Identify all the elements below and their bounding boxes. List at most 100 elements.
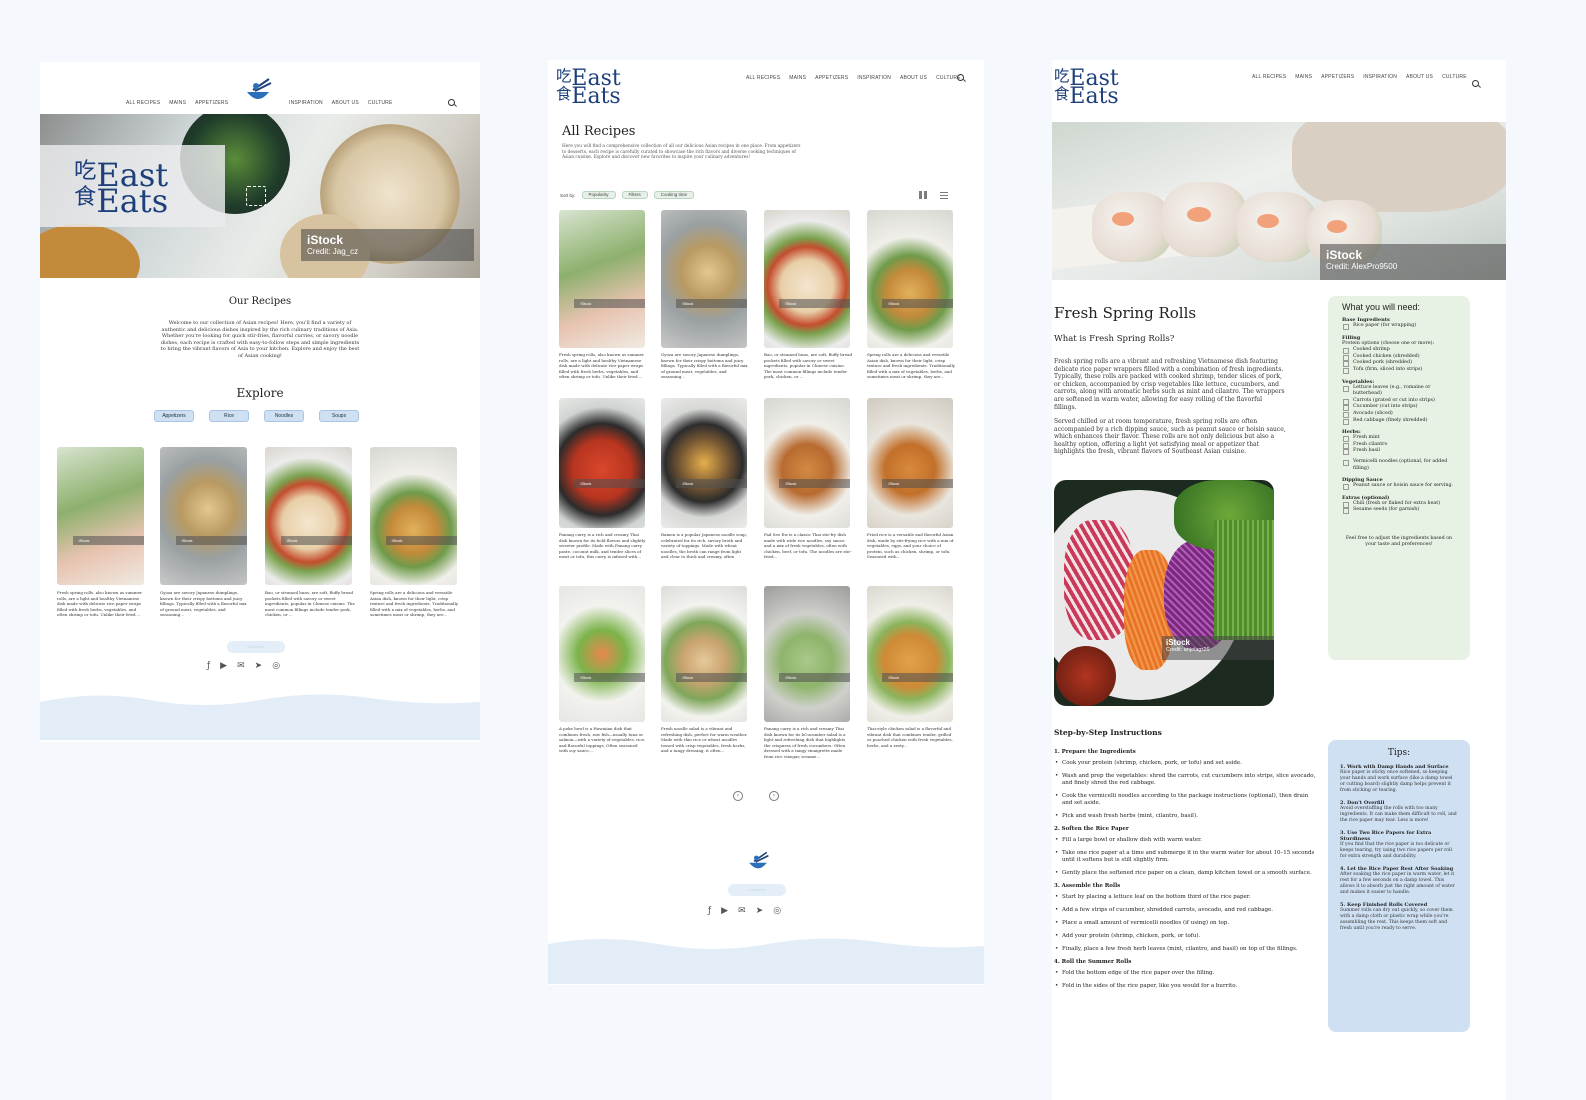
telegram-icon[interactable]: ➤ bbox=[756, 906, 764, 916]
nav-about-us[interactable]: ABOUT US bbox=[1406, 74, 1433, 80]
chopsticks-bowl-logo-icon[interactable] bbox=[243, 76, 273, 106]
ingredient-checkbox[interactable]: Fresh basil bbox=[1342, 448, 1456, 455]
photo-credit-tag: iStock bbox=[72, 536, 144, 545]
photo-credit-tag: iStock bbox=[280, 536, 352, 545]
next-page-button[interactable]: › bbox=[769, 791, 779, 801]
photo-credit-tag: iStock bbox=[779, 479, 850, 488]
photo-credit-tag: iStock bbox=[882, 479, 953, 488]
nav-inspiration[interactable]: INSPIRATION bbox=[289, 100, 323, 106]
list-view-icon[interactable] bbox=[940, 191, 948, 199]
nav-all-recipes[interactable]: ALL RECIPES bbox=[126, 100, 160, 106]
step-heading: 1. Prepare the Ingredients bbox=[1054, 749, 1136, 755]
recipe-card-image[interactable]: iStock bbox=[764, 210, 850, 348]
filters-dropdown[interactable]: Filters bbox=[621, 191, 648, 199]
grid-view-icon[interactable] bbox=[919, 191, 927, 199]
ingredient-checkbox[interactable]: Tofu (firm, sliced into strips) bbox=[1342, 367, 1456, 374]
step-item: Finally, place a few fresh herb leaves (… bbox=[1054, 946, 1319, 953]
youtube-icon[interactable]: ▶ bbox=[721, 906, 728, 916]
recipe-card-image[interactable]: iStock bbox=[661, 210, 747, 348]
nav-appetizers[interactable]: APPETIZERS bbox=[815, 75, 848, 81]
nav-about-us[interactable]: ABOUT US bbox=[900, 75, 927, 81]
explore-pill-noodles[interactable]: Noodles bbox=[264, 410, 304, 422]
main-nav: ALL RECIPES MAINS APPETIZERS INSPIRATION… bbox=[746, 75, 961, 81]
ingredient-checkbox[interactable]: Cucumber (cut into strips) bbox=[1342, 404, 1456, 411]
mail-icon[interactable]: ✉ bbox=[237, 661, 245, 671]
explore-pill-appetizers[interactable]: Appetizers bbox=[154, 410, 194, 422]
instagram-icon[interactable]: ◎ bbox=[773, 906, 781, 916]
nav-all-recipes[interactable]: ALL RECIPES bbox=[746, 75, 780, 81]
ingredients-title: What you will need: bbox=[1342, 302, 1421, 312]
recipe-card-image[interactable]: iStock bbox=[57, 447, 144, 585]
ingredient-checkbox[interactable]: Peanut sauce or hoisin sauce for serving… bbox=[1342, 483, 1456, 490]
hero-photo-credit: iStock Credit: Jag_cz bbox=[301, 229, 474, 261]
food-photo-credit: iStock Credit: anjelagr26 bbox=[1162, 636, 1274, 660]
subscribe-button[interactable]: Subscribe bbox=[728, 884, 786, 896]
subscribe-button[interactable]: Subscribe bbox=[227, 641, 285, 653]
step-item: Add a few strips of cucumber, shredded c… bbox=[1054, 907, 1319, 914]
tip-body: Avoid overstuffing the rolls with too ma… bbox=[1340, 806, 1457, 823]
search-icon[interactable] bbox=[1472, 80, 1479, 87]
hero-banner: 吃East 食Eats iStock Credit: Jag_cz bbox=[40, 114, 480, 278]
ingredient-checkbox[interactable]: Sesame seeds (for garnish) bbox=[1342, 507, 1456, 514]
recipe-card-image[interactable]: iStock bbox=[867, 586, 953, 722]
explore-pill-soups[interactable]: Soups bbox=[319, 410, 359, 422]
photo-credit-tag: iStock bbox=[574, 673, 645, 682]
ingredient-checkbox[interactable]: Rice paper (for wrapping) bbox=[1342, 323, 1456, 330]
recipe-card-image[interactable]: iStock bbox=[764, 586, 850, 722]
recipe-card-image[interactable]: iStock bbox=[559, 398, 645, 528]
expand-icon[interactable] bbox=[246, 186, 266, 206]
recipe-card-image[interactable]: iStock bbox=[160, 447, 247, 585]
social-links: ƒ ▶ ✉ ➤ ◎ bbox=[207, 661, 280, 671]
nav-culture[interactable]: CULTURE bbox=[1442, 74, 1467, 80]
nav-inspiration[interactable]: INSPIRATION bbox=[1363, 74, 1397, 80]
recipe-card-image[interactable]: iStock bbox=[764, 398, 850, 528]
youtube-icon[interactable]: ▶ bbox=[220, 661, 227, 671]
mail-icon[interactable]: ✉ bbox=[738, 906, 746, 916]
recipe-description: Fresh spring rolls are a vibrant and ref… bbox=[1054, 358, 1285, 411]
recipe-card-image[interactable]: iStock bbox=[559, 586, 645, 722]
instructions-title: Step-by-Step Instructions bbox=[1054, 728, 1162, 737]
recipe-card-image[interactable]: iStock bbox=[661, 398, 747, 528]
ingredient-checkbox[interactable]: Lettuce leaves (e.g., romaine or butterh… bbox=[1342, 385, 1456, 398]
nav-appetizers[interactable]: APPETIZERS bbox=[195, 100, 228, 106]
ingredient-checkbox[interactable]: Fresh mint bbox=[1342, 435, 1456, 442]
nav-all-recipes[interactable]: ALL RECIPES bbox=[1252, 74, 1286, 80]
nav-about-us[interactable]: ABOUT US bbox=[332, 100, 359, 106]
chopsticks-bowl-logo-icon[interactable] bbox=[746, 850, 770, 874]
nav-mains[interactable]: MAINS bbox=[1295, 74, 1312, 80]
recipe-card-image[interactable]: iStock bbox=[559, 210, 645, 348]
sort-popularity-dropdown[interactable]: Popularity bbox=[581, 191, 616, 199]
facebook-icon[interactable]: ƒ bbox=[708, 906, 711, 916]
nav-appetizers[interactable]: APPETIZERS bbox=[1321, 74, 1354, 80]
search-icon[interactable] bbox=[448, 99, 455, 106]
ingredient-checkbox[interactable]: Avocado (sliced) bbox=[1342, 411, 1456, 418]
ingredient-checkbox[interactable]: Red cabbage (finely shredded) bbox=[1342, 418, 1456, 425]
ingredient-checkbox[interactable]: Cooked shrimp bbox=[1342, 347, 1456, 354]
nav-culture[interactable]: CULTURE bbox=[368, 100, 393, 106]
nav-inspiration[interactable]: INSPIRATION bbox=[857, 75, 891, 81]
east-eats-logo[interactable]: 吃East 食Eats bbox=[556, 68, 621, 108]
ingredient-checkbox[interactable]: Vermicelli noodles (optional, for added … bbox=[1342, 459, 1456, 472]
telegram-icon[interactable]: ➤ bbox=[255, 661, 263, 671]
recipe-card-image[interactable]: iStock bbox=[867, 210, 953, 348]
search-icon[interactable] bbox=[957, 74, 964, 81]
explore-pill-rice[interactable]: Rice bbox=[209, 410, 249, 422]
nav-mains[interactable]: MAINS bbox=[169, 100, 186, 106]
step-item: Take one rice paper at a time and submer… bbox=[1054, 850, 1319, 864]
step-item: Gently place the softened rice paper on … bbox=[1054, 870, 1319, 877]
nav-mains[interactable]: MAINS bbox=[789, 75, 806, 81]
east-eats-logo[interactable]: 吃East 食Eats bbox=[74, 159, 168, 217]
recipe-card-image[interactable]: iStock bbox=[867, 398, 953, 528]
recipe-card-image[interactable]: iStock bbox=[370, 447, 457, 585]
step-item: Add your protein (shrimp, chicken, pork,… bbox=[1054, 933, 1319, 940]
cooking-time-dropdown[interactable]: Cooking time bbox=[653, 191, 695, 199]
prev-page-button[interactable]: ‹ bbox=[733, 791, 743, 801]
step-item: Fold the bottom edge of the rice paper o… bbox=[1054, 970, 1319, 977]
hero-photo-credit: iStock Credit: AlexPro9500 bbox=[1320, 244, 1506, 280]
facebook-icon[interactable]: ƒ bbox=[207, 661, 210, 671]
instagram-icon[interactable]: ◎ bbox=[272, 661, 280, 671]
ingredient-checkbox[interactable]: Cooked pork (shredded) bbox=[1342, 360, 1456, 367]
recipe-card-image[interactable]: iStock bbox=[265, 447, 352, 585]
recipe-card-image[interactable]: iStock bbox=[661, 586, 747, 722]
east-eats-logo[interactable]: 吃East 食Eats bbox=[1054, 68, 1119, 108]
